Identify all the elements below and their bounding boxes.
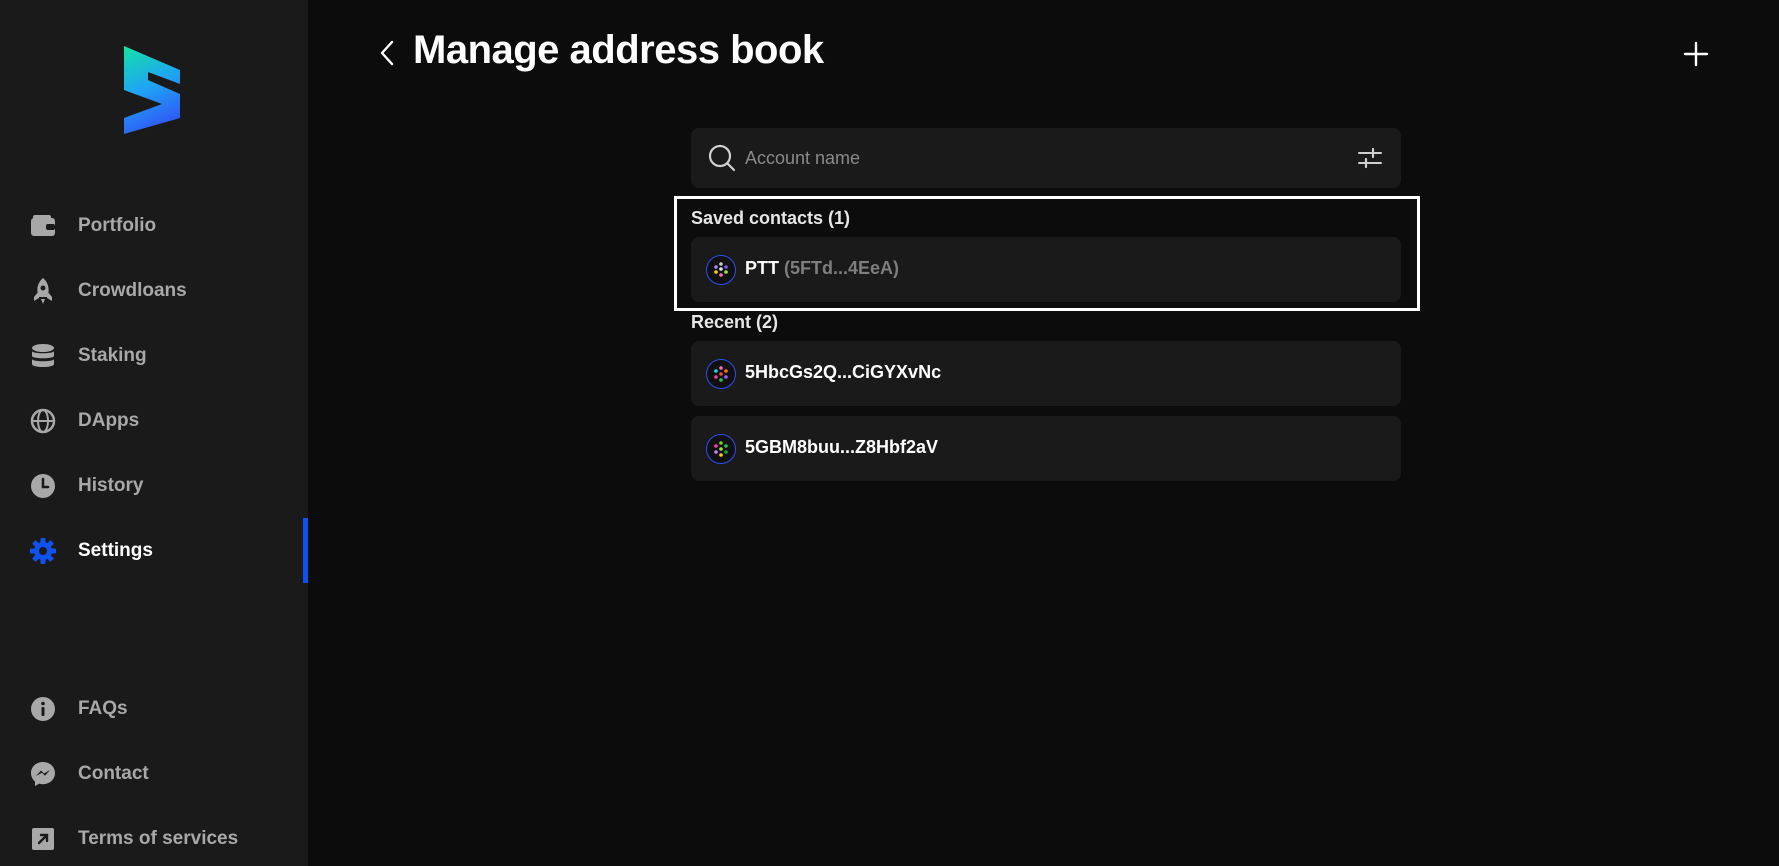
sidebar-item-label: Contact [78, 762, 149, 784]
filter-sliders-icon[interactable] [1357, 146, 1383, 170]
saved-contacts-label: Saved contacts (1) [691, 208, 851, 228]
back-button[interactable] [374, 38, 400, 68]
sidebar-item-settings[interactable]: Settings [0, 518, 308, 583]
account-avatar [706, 434, 736, 464]
sidebar-item-label: Crowdloans [78, 279, 187, 301]
recent-address: 5HbcGs2Q...CiGYXvNc [745, 362, 942, 382]
subwallet-logo[interactable] [120, 46, 184, 134]
sidebar: Portfolio Crowdloans Staking DApps Histo [0, 0, 308, 866]
sidebar-item-history[interactable]: History [0, 453, 308, 518]
messenger-icon [29, 760, 57, 788]
recent-row[interactable]: 5GBM8buu...Z8Hbf2aV [691, 416, 1401, 481]
recent-address: 5GBM8buu...Z8Hbf2aV [745, 437, 939, 457]
external-link-icon [29, 825, 57, 853]
sidebar-item-label: Staking [78, 344, 147, 366]
saved-contact-row[interactable]: PTT (5FTd...4EeA) [691, 237, 1401, 302]
page-title: Manage address book [413, 28, 824, 72]
rocket-icon [29, 277, 57, 305]
add-contact-button[interactable] [1679, 37, 1713, 71]
gear-icon [29, 537, 57, 565]
account-avatar [706, 255, 736, 285]
sidebar-item-label: DApps [78, 409, 140, 431]
active-indicator [303, 518, 308, 583]
sidebar-item-dapps[interactable]: DApps [0, 388, 308, 453]
search-input[interactable] [745, 138, 1325, 178]
sidebar-item-faqs[interactable]: FAQs [0, 676, 308, 741]
account-avatar [706, 359, 736, 389]
sidebar-item-contact[interactable]: Contact [0, 741, 308, 806]
globe-icon [29, 407, 57, 435]
chevron-left-icon [380, 40, 394, 66]
contact-name: PTT (5FTd...4EeA) [745, 258, 899, 279]
sidebar-item-label: Settings [78, 539, 153, 561]
sidebar-item-label: Terms of services [78, 827, 239, 849]
sidebar-item-label: Portfolio [78, 214, 157, 236]
search-bar [691, 128, 1401, 188]
sidebar-item-staking[interactable]: Staking [0, 323, 308, 388]
recent-row[interactable]: 5HbcGs2Q...CiGYXvNc [691, 341, 1401, 406]
sidebar-item-portfolio[interactable]: Portfolio [0, 193, 308, 258]
info-icon [29, 695, 57, 723]
sidebar-item-crowdloans[interactable]: Crowdloans [0, 258, 308, 323]
sidebar-item-terms[interactable]: Terms of services [0, 806, 308, 866]
recent-label: Recent (2) [691, 312, 779, 332]
sidebar-item-label: History [78, 474, 144, 496]
contact-label: PTT [745, 258, 779, 278]
contact-address: (5FTd...4EeA) [784, 258, 900, 278]
database-icon [29, 342, 57, 370]
wallet-icon [29, 212, 57, 240]
plus-icon [1683, 41, 1709, 67]
search-icon [708, 144, 736, 172]
sidebar-item-label: FAQs [78, 697, 128, 719]
clock-icon [29, 472, 57, 500]
app-root: Portfolio Crowdloans Staking DApps Histo [0, 0, 1779, 866]
